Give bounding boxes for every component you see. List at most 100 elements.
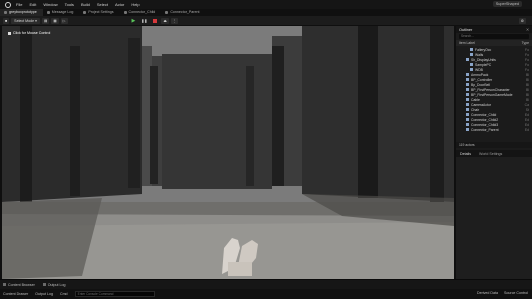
cursor-icon [8, 31, 11, 35]
row-label: Connector_Child3 [471, 122, 499, 127]
tab-connector-child[interactable]: Connector_Child [120, 9, 162, 16]
row-type: Ed [524, 117, 529, 122]
eject-icon[interactable]: ⏏ [161, 17, 169, 24]
menu-select[interactable]: Select [97, 2, 108, 7]
actor-count: 119 actors [456, 142, 532, 148]
outliner-search-input[interactable]: Search... [459, 34, 529, 39]
folder-icon [470, 48, 473, 51]
details-panel [456, 157, 532, 279]
unreal-logo-icon[interactable] [5, 1, 11, 8]
row-label: AmmoPack [471, 72, 489, 77]
outliner-header: Outliner ✕ [456, 26, 532, 33]
row-type: Bl [525, 77, 529, 82]
row-label: Connector_Child [471, 112, 497, 117]
blueprint-icon [165, 11, 169, 14]
row-label: BP_Controller [471, 77, 493, 82]
tab-project-settings[interactable]: Project Settings [79, 9, 119, 16]
select-mode-label: Select Mode [14, 18, 35, 23]
level-icon [4, 11, 7, 14]
row-label: Cable [471, 97, 480, 102]
actor-icon [466, 83, 469, 86]
play-icon[interactable]: ▶ [130, 18, 138, 24]
row-label: Bp_DoorBell [471, 82, 491, 87]
details-header: Details World Settings [456, 150, 532, 157]
outliner-search-row: Search... [456, 33, 532, 40]
row-type: St [525, 107, 529, 112]
menu-window[interactable]: Window [43, 2, 57, 7]
menu-tools[interactable]: Tools [65, 2, 74, 7]
actor-icon [466, 113, 469, 116]
stop-icon[interactable] [151, 18, 159, 24]
menu-help[interactable]: Help [131, 2, 139, 7]
actor-icon [466, 128, 469, 131]
folder-icon [470, 63, 473, 66]
blueprint-icon [123, 11, 127, 14]
folder-icon [466, 58, 469, 61]
pause-icon[interactable]: ❚❚ [139, 18, 149, 24]
tab-output-log[interactable]: Output Log [42, 282, 66, 287]
derived-data-button[interactable]: Derived Data [477, 291, 498, 295]
tab-label: Project Settings [88, 10, 114, 14]
mouse-control-hint: Click for Mouse Control [8, 31, 50, 35]
actor-icon [466, 118, 469, 121]
row-label: Connector_Child2 [471, 117, 499, 122]
viewport-scene [2, 26, 454, 279]
actor-icon [466, 93, 469, 96]
tab-connector-parent[interactable]: Connector_Parent [161, 9, 205, 16]
save-icon[interactable]: ■ [3, 17, 10, 24]
menu-file[interactable]: File [16, 2, 22, 7]
tab-label: Connector_Parent [170, 10, 200, 14]
col-item-label[interactable]: Item Label [459, 41, 475, 45]
row-type: Fo [525, 47, 529, 52]
tab-world-settings[interactable]: World Settings [475, 152, 506, 156]
console-command-input[interactable]: Enter Console Command [74, 291, 155, 297]
menu-build[interactable]: Build [81, 2, 90, 7]
status-right: Derived Data Source Control [471, 291, 528, 295]
main-toolbar: ■ Select Mode ▾ ▤ ▦ ▷ ▶ ❚❚ ⏏ ⋮ ⚙ [0, 16, 532, 25]
right-panel: Outliner ✕ Search... Item Label Type Fal… [456, 26, 532, 279]
log-icon [42, 283, 46, 286]
actor-icon [466, 98, 469, 101]
tab-label: Output Log [47, 282, 66, 287]
more-options-icon[interactable]: ⋮ [170, 17, 179, 24]
folder-icon [470, 53, 473, 56]
row-label: BP_FirstPersonGameMode [471, 92, 513, 97]
folder-icon [3, 283, 6, 286]
menu-actor[interactable]: Actor [115, 2, 124, 7]
content-drawer-button[interactable]: Content Drawer [3, 292, 28, 296]
cmd-dropdown[interactable]: Cmd [60, 292, 68, 296]
tab-message-log[interactable]: Message Log [43, 9, 80, 16]
row-label: Sh_DisplayUnits [471, 57, 496, 62]
level-viewport[interactable]: Click for Mouse Control [2, 26, 454, 279]
row-type: Ed [524, 112, 529, 117]
source-control-button[interactable]: Source Control [504, 291, 528, 295]
actor-icon [466, 123, 469, 126]
row-label: CameraActor [471, 102, 491, 107]
menu-edit[interactable]: Edit [29, 2, 36, 7]
row-type: Bl [525, 87, 529, 92]
tab-content-browser[interactable]: Content Browser [3, 283, 35, 287]
row-label: Connector_Parent [471, 127, 499, 132]
row-type: Ed [524, 127, 529, 132]
output-log-button[interactable]: Output Log [35, 292, 53, 296]
content-icon[interactable]: ▤ [41, 17, 50, 24]
camera-icon [466, 103, 469, 106]
list-item[interactable]: Connector_Parent Ed [456, 127, 532, 132]
row-type: Bl [525, 92, 529, 97]
stop-square [153, 18, 158, 23]
tab-label: greyboxprototype [9, 10, 37, 14]
col-type[interactable]: Type [522, 41, 529, 45]
row-type: Bl [525, 97, 529, 102]
mouse-control-text: Click for Mouse Control [13, 31, 51, 35]
row-label: Chair [471, 107, 480, 112]
document-tab-bar: greyboxprototype Message Log Project Set… [0, 9, 532, 16]
tab-details[interactable]: Details [456, 152, 475, 156]
gear-icon [83, 11, 87, 14]
close-icon[interactable]: ✕ [526, 27, 529, 32]
cinematics-icon[interactable]: ▷ [60, 17, 68, 24]
blueprint-menu-icon[interactable]: ▦ [51, 17, 59, 24]
settings-icon[interactable]: ⚙ [518, 17, 526, 24]
select-mode-dropdown[interactable]: Select Mode ▾ [11, 17, 40, 24]
tab-level[interactable]: greyboxprototype [0, 9, 43, 16]
outliner-title: Outliner [459, 27, 473, 32]
